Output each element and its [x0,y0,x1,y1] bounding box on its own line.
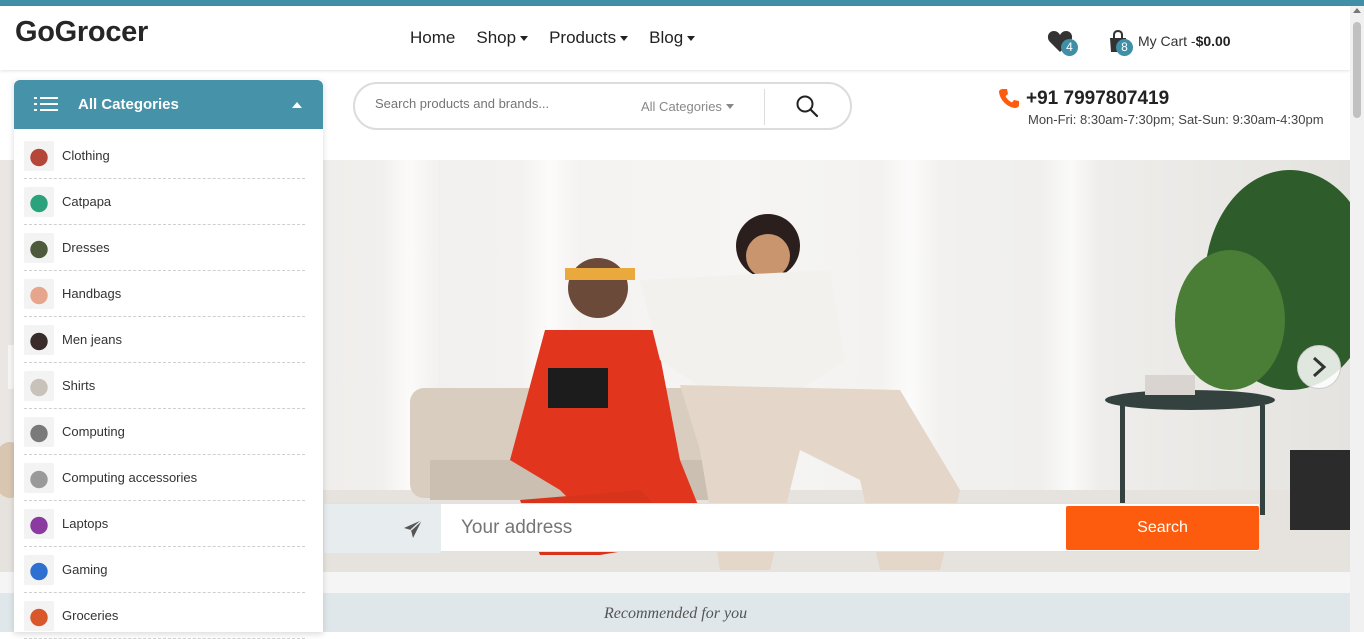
category-item-gaming[interactable]: Gaming [24,547,305,593]
phone-number[interactable]: +91 7997807419 [1026,88,1169,110]
search-category-label: All Categories [641,99,722,114]
category-item-dresses[interactable]: Dresses [24,225,305,271]
gaming-thumb-icon [24,554,54,585]
category-item-laptops[interactable]: Laptops [24,501,305,547]
category-label: Clothing [62,148,110,163]
jeans-thumb-icon [24,324,54,355]
nav-blog[interactable]: Blog [649,28,696,48]
category-label: Gaming [62,562,108,577]
wishlist-button[interactable]: 4 [1047,30,1078,56]
handbags-thumb-icon [24,278,54,309]
laptops-thumb-icon [24,508,54,539]
cart-button[interactable]: 8 [1107,30,1137,56]
search-divider [764,89,765,125]
nav-home-label: Home [410,28,456,47]
accessories-thumb-icon [24,462,54,493]
category-label: Men jeans [62,332,122,347]
category-label: Groceries [62,608,119,623]
category-item-catpapa[interactable]: Catpapa [24,179,305,225]
category-item-handbags[interactable]: Handbags [24,271,305,317]
category-label: Catpapa [62,194,112,209]
caret-down-icon [620,35,629,41]
search-button[interactable] [795,94,821,120]
scroll-up-arrow-icon[interactable] [1353,8,1361,13]
chevron-right-icon [1312,356,1327,378]
nav-shop[interactable]: Shop [476,28,529,48]
category-item-groceries[interactable]: Groceries [24,593,305,639]
category-label: Handbags [62,286,122,301]
category-item-computing[interactable]: Computing [24,409,305,455]
search-input[interactable] [375,96,615,111]
category-label: Computing [62,424,125,439]
store-hours: Mon-Fri: 8:30am-7:30pm; Sat-Sun: 9:30am-… [1028,112,1324,127]
address-input[interactable] [442,504,1062,551]
cart-total: $0.00 [1195,33,1231,49]
list-menu-icon [34,97,58,111]
cart-count-badge: 8 [1116,39,1133,56]
shirts-thumb-icon [24,370,54,401]
nav-home[interactable]: Home [410,28,455,48]
address-icon-box [324,504,441,553]
nav-products-label: Products [549,28,617,47]
category-list: Clothing Catpapa Dresses Handbags Men je… [24,133,305,639]
category-sidebar: All Categories Clothing Catpapa Dresses … [14,80,323,639]
caret-down-icon [687,35,696,41]
category-label: Computing accessories [62,470,198,485]
hero-next-button[interactable] [1297,345,1341,389]
category-label: Shirts [62,378,96,393]
search-icon [796,95,819,118]
computing-thumb-icon [24,416,54,447]
address-search-button[interactable]: Search [1066,506,1259,550]
caret-down-icon [725,104,734,109]
nav-products[interactable]: Products [549,28,629,48]
recommended-title: Recommended for you [604,605,748,622]
search-category-select[interactable]: All Categories [641,99,734,114]
dresses-thumb-icon [24,232,54,263]
groceries-thumb-icon [24,600,54,631]
category-label: Laptops [62,516,109,531]
nav-shop-label: Shop [476,28,517,47]
site-logo[interactable]: GoGrocer [15,16,148,49]
category-label: Dresses [62,240,110,255]
address-search-bar: Search [323,503,1260,553]
category-item-men-jeans[interactable]: Men jeans [24,317,305,363]
cart-label: My Cart - [1138,33,1196,49]
product-search-bar: All Categories [353,82,852,130]
caret-up-icon [292,102,302,108]
phone-icon [999,89,1019,108]
all-categories-label: All Categories [78,96,179,113]
main-nav: Home Shop Products Blog [410,28,716,48]
category-item-shirts[interactable]: Shirts [24,363,305,409]
site-header: GoGrocer Home Shop Products Blog 4 8 My … [0,6,1350,70]
scroll-thumb[interactable] [1353,22,1361,118]
category-item-clothing[interactable]: Clothing [24,133,305,179]
wishlist-count-badge: 4 [1061,39,1078,56]
caret-down-icon [520,35,529,41]
nav-blog-label: Blog [649,28,684,47]
all-categories-toggle[interactable]: All Categories [14,80,323,129]
cart-summary[interactable]: My Cart -$0.00 [1138,33,1231,49]
paper-plane-icon [404,518,423,538]
category-item-computing-accessories[interactable]: Computing accessories [24,455,305,501]
page-scrollbar[interactable] [1350,6,1364,632]
catpapa-thumb-icon [24,186,54,217]
clothing-thumb-icon [24,140,54,171]
